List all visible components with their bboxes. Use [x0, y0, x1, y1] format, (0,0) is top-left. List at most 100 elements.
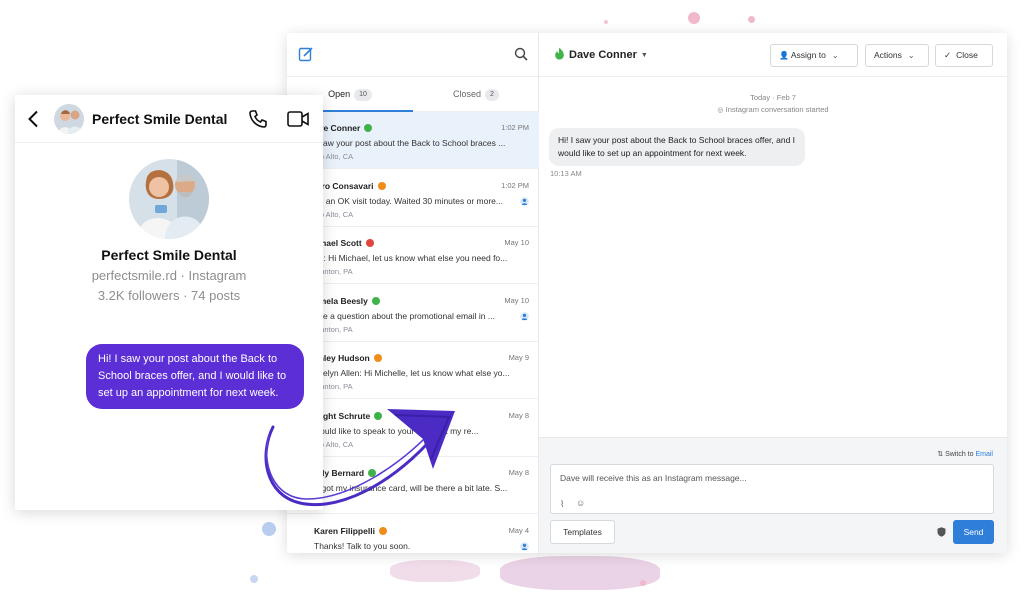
message-input[interactable]: Dave will receive this as an Instagram m…	[550, 464, 994, 514]
assigned-agent-icon	[520, 311, 529, 321]
profile-stats: 3.2K followers · 74 posts	[97, 288, 241, 303]
shield-icon	[937, 527, 946, 537]
paint-splatter	[500, 556, 660, 590]
check-icon: ✓	[944, 50, 952, 60]
tab-label: Closed	[453, 89, 482, 99]
conversation-tabs: Open 10 Closed 2	[287, 77, 538, 112]
conversation-started-note: ◎ Instagram conversation started	[539, 105, 1007, 114]
message-preview: ave a question about the promotional ema…	[314, 310, 495, 321]
avatar-photo-icon	[54, 104, 84, 134]
paint-splatter	[262, 522, 276, 536]
message-preview: Thanks! Talk to you soon.	[314, 540, 411, 551]
conversation-time: May 10	[504, 295, 529, 305]
conversation-list-item[interactable]: ndy Bernard May 8 orgot my insurance card,…	[287, 457, 539, 514]
reply-composer: ⇅ Switch to Email Dave will receive this…	[539, 437, 1007, 553]
status-dot-icon	[374, 411, 383, 420]
switch-prefix: Switch to	[945, 451, 974, 458]
status-dot-icon	[371, 296, 380, 305]
contact-name: anley Hudson	[314, 353, 382, 363]
profile-handle: perfectsmile.rd · Instagram	[91, 268, 247, 283]
contact-name: amela Beesly	[314, 296, 380, 306]
status-dot-icon	[365, 239, 374, 247]
conversation-time: May 4	[508, 525, 529, 535]
back-arrow-icon[interactable]	[27, 110, 39, 128]
status-dot-icon	[364, 124, 373, 132]
assigned-agent-icon	[520, 541, 529, 551]
profile-photo-icon	[129, 159, 209, 239]
chevron-down-icon: ⌄	[907, 51, 915, 60]
status-dot-icon	[378, 526, 387, 535]
message-preview: ad an OK visit today. Waited 30 minutes …	[314, 195, 503, 206]
chat-title: Perfect Smile Dental	[92, 111, 228, 127]
chevron-down-icon: ⌄	[831, 51, 839, 60]
conversation-time: May 8	[508, 410, 529, 420]
outgoing-message-bubble: Hi! I saw your post about the Back to Sc…	[86, 344, 304, 409]
emoji-icon[interactable]: ☺	[576, 498, 585, 508]
marketing-illustration: Open 10 Closed 2 ave Conner 1:02 PM I saw yo…	[0, 0, 1024, 604]
message-preview: I saw your post about the Back to School…	[314, 138, 506, 148]
paint-splatter	[688, 12, 700, 24]
message-preview: orgot my insurance card, will be there a…	[314, 483, 508, 493]
tab-closed[interactable]: Closed 2	[413, 77, 539, 112]
contact-name: Dave Conner	[569, 49, 637, 61]
paint-splatter	[250, 575, 258, 583]
message-preview: evelyn Allen: Hi Michelle, let us know w…	[314, 368, 510, 378]
paint-splatter	[640, 580, 646, 586]
status-dot-icon	[368, 469, 377, 477]
profile-name: Perfect Smile Dental	[101, 247, 237, 263]
thread-header: Dave Conner ▼ 👤 Assign to ⌄ Actions ⌄ ✓ Clos…	[539, 33, 1007, 77]
phone-icon[interactable]	[248, 109, 268, 129]
search-icon[interactable]	[514, 47, 528, 61]
assign-to-button[interactable]: 👤 Assign to ⌄	[770, 44, 858, 67]
conversation-time: 1:02 PM	[501, 123, 529, 132]
list-toolbar	[287, 33, 538, 77]
instagram-icon: ◎	[717, 107, 724, 114]
assign-icon: 👤	[779, 51, 789, 60]
conversation-list-item[interactable]: etro Consavari 1:02 PM ad an OK visit toda…	[287, 170, 539, 227]
switch-channel-link[interactable]: ⇅ Switch to Email	[937, 450, 993, 458]
video-call-icon[interactable]	[287, 110, 309, 128]
message-history: Today · Feb 7 ◎ Instagram conversation s…	[539, 77, 1007, 437]
conversation-list-panel: Open 10 Closed 2 ave Conner 1:02 PM I saw yo…	[287, 33, 539, 553]
message-preview: ou: Hi Michael, let us know what else yo…	[314, 253, 508, 263]
conversation-time: May 9	[508, 353, 529, 362]
profile-photo[interactable]	[129, 159, 209, 239]
message-timestamp: 10:13 AM	[550, 169, 582, 178]
conversation-list-item[interactable]: amela Beesly May 10 ave a question about t…	[287, 285, 539, 342]
status-dot-icon	[377, 181, 386, 190]
tab-count-badge: 10	[354, 88, 372, 101]
instagram-dm-window: Perfect Smile Dental Perfect Smile Denta…	[15, 95, 323, 510]
contact-name: etro Consavari	[314, 181, 386, 191]
conversation-list-item[interactable]: ave Conner 1:02 PM I saw your post about t…	[287, 112, 539, 169]
avatar[interactable]	[54, 104, 84, 134]
conversation-thread-panel: Dave Conner ▼ 👤 Assign to ⌄ Actions ⌄ ✓ Clos…	[539, 33, 1007, 553]
inbox-app-window: Open 10 Closed 2 ave Conner 1:02 PM I saw yo…	[287, 33, 1007, 553]
paperclip-icon[interactable]: ⌇	[560, 499, 564, 510]
contact-name: Karen Filippelli	[314, 526, 387, 536]
caret-down-icon: ▼	[640, 52, 648, 59]
conversation-list-item[interactable]: Karen Filippelli May 4 Thanks! Talk to you…	[287, 515, 539, 554]
hot-lead-icon	[555, 47, 564, 60]
status-dot-icon	[373, 354, 382, 362]
assign-label: Assign to	[790, 50, 826, 60]
close-conversation-button[interactable]: ✓ Close	[935, 44, 993, 67]
conversation-list-item[interactable]: wight Schrute May 8 would like to speak to…	[287, 400, 539, 457]
contact-name-dropdown[interactable]: Dave Conner ▼	[569, 49, 648, 61]
contact-name: ndy Bernard	[314, 468, 377, 478]
conversation-time: May 8	[508, 468, 529, 477]
switch-channel-name: Email	[975, 451, 993, 458]
templates-button[interactable]: Templates	[550, 520, 615, 544]
compose-icon[interactable]	[298, 46, 314, 62]
paint-splatter	[748, 16, 755, 23]
paint-splatter	[390, 560, 480, 582]
conversation-list-item[interactable]: ichael Scott May 10 ou: Hi Michael, let us…	[287, 227, 539, 284]
tab-count-badge: 2	[485, 88, 499, 101]
incoming-message-bubble: Hi! I saw your post about the Back to Sc…	[549, 128, 805, 166]
actions-label: Actions	[874, 50, 902, 60]
assigned-agent-icon	[520, 196, 529, 206]
send-button[interactable]: Send	[953, 520, 994, 544]
conversation-list-item[interactable]: anley Hudson May 9 evelyn Allen: Hi Michel…	[287, 342, 539, 399]
switch-icon: ⇅	[937, 451, 944, 458]
actions-button[interactable]: Actions ⌄	[865, 44, 929, 67]
conversation-time: May 10	[504, 238, 529, 247]
